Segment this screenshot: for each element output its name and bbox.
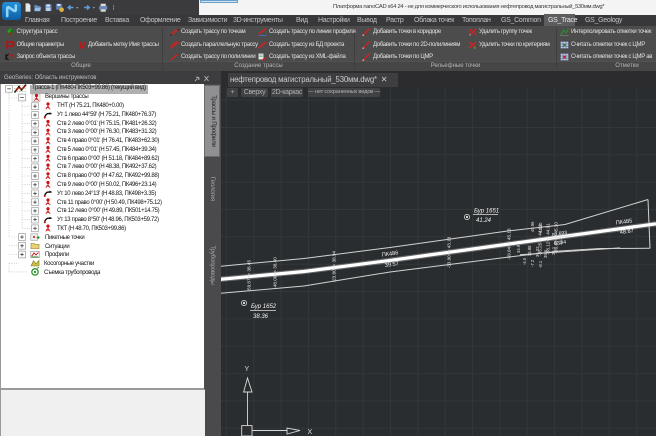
- svg-text:-48.08: -48.08: [273, 275, 278, 288]
- svg-text:62.94: 62.94: [553, 239, 566, 247]
- svg-text:48.87: 48.87: [619, 228, 634, 236]
- svg-text:38.36: 38.36: [253, 314, 269, 320]
- svg-text:-7.2: -7.2: [530, 259, 535, 267]
- svg-text:M: M: [79, 41, 87, 49]
- svg-text:35.88: 35.88: [527, 245, 532, 256]
- svg-text:38.40: 38.40: [273, 257, 278, 269]
- svg-text:38.94: 38.94: [332, 250, 337, 262]
- svg-text:Y: Y: [245, 366, 250, 373]
- svg-text:-33.90: -33.90: [447, 255, 452, 268]
- svg-text:Бур 1651: Бур 1651: [474, 209, 499, 215]
- svg-text:-23.80: -23.80: [332, 269, 337, 282]
- svg-text:-8.1: -8.1: [538, 260, 543, 268]
- svg-text:35.6: 35.6: [543, 249, 548, 258]
- svg-text:38.45: 38.45: [247, 260, 252, 272]
- svg-text:39.57: 39.57: [384, 261, 399, 269]
- svg-text:40.96: 40.96: [530, 221, 535, 232]
- svg-text:X: X: [308, 429, 313, 436]
- svg-text:44.91: 44.91: [546, 223, 551, 235]
- svg-text:41.30: 41.30: [538, 222, 543, 233]
- svg-text:-4.5: -4.5: [522, 257, 527, 265]
- svg-text:Бур 1652: Бур 1652: [251, 304, 277, 310]
- svg-text:35.1: 35.1: [551, 246, 556, 255]
- svg-text:-39.04: -39.04: [507, 247, 512, 260]
- svg-text:-58.87: -58.87: [247, 278, 252, 291]
- svg-text:?: ?: [9, 53, 14, 61]
- svg-text:43.18: 43.18: [447, 236, 452, 248]
- svg-text:45.18: 45.18: [507, 228, 512, 240]
- svg-text:41.24: 41.24: [476, 218, 492, 224]
- svg-text:34.9: 34.9: [516, 244, 521, 253]
- svg-text:36.02: 36.02: [535, 246, 540, 257]
